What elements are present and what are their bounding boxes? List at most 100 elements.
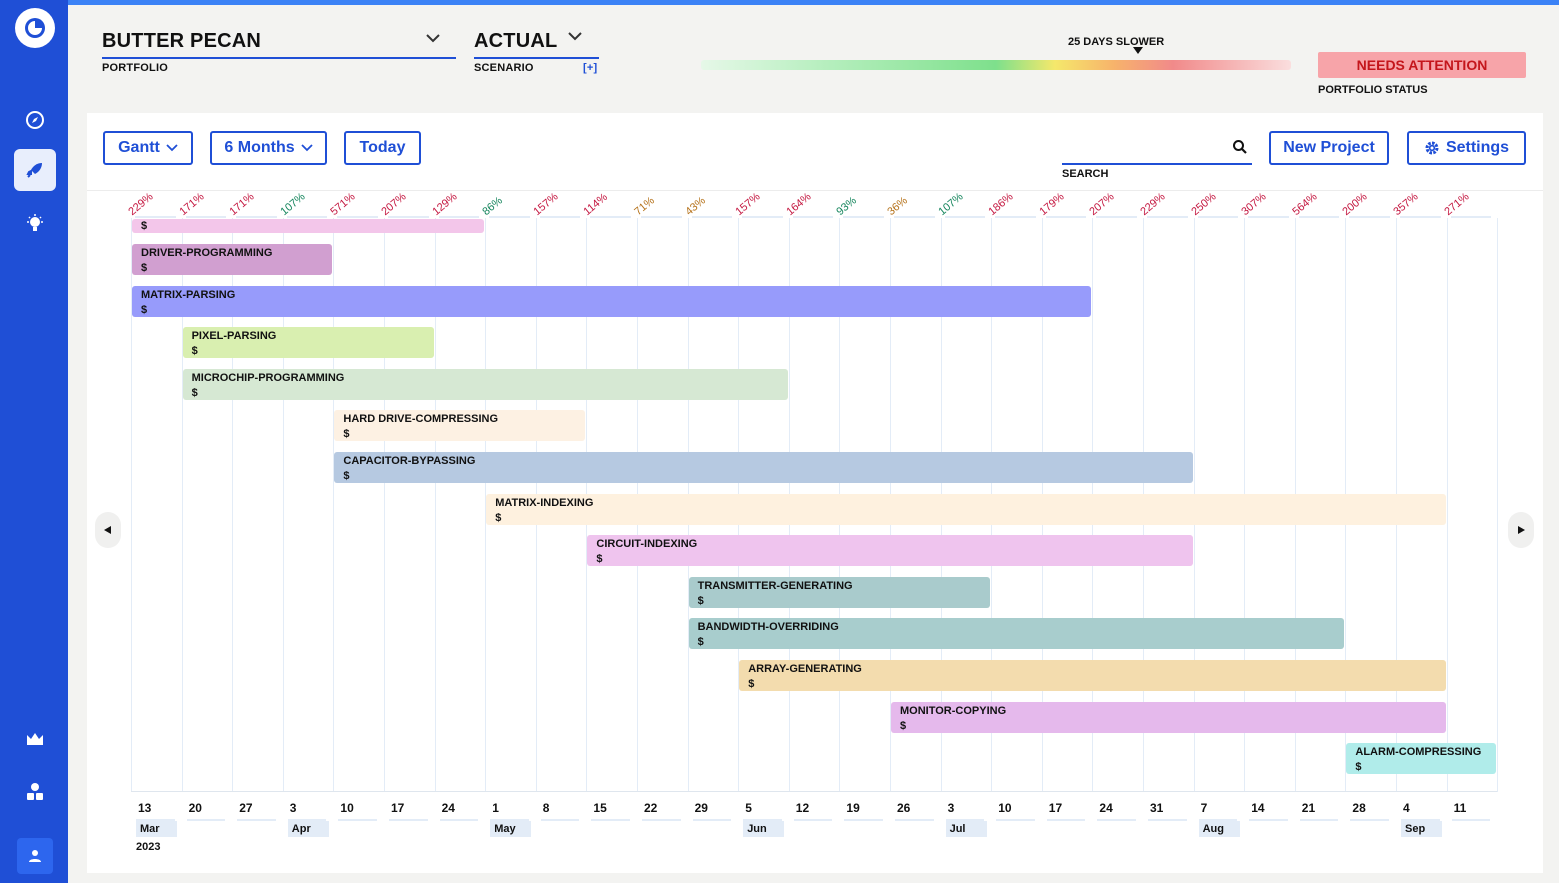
utilization-underline [742,216,783,218]
portfolio-select[interactable]: BUTTER PECAN PORTFOLIO [102,30,456,74]
project-name: CIRCUIT-INDEXING [596,538,698,551]
week-tick-underline [1249,819,1288,821]
week-tick-label: 4 [1403,801,1410,815]
week-tick-label: 12 [795,801,810,815]
search-icon[interactable] [1232,139,1248,160]
status-badge: NEEDS ATTENTION [1318,52,1526,78]
project-bar[interactable]: MICROCHIP-PROGRAMMING $ [182,368,788,400]
view-dropdown[interactable]: Gantt [103,131,193,165]
project-bar[interactable]: MONITOR-COPYING $ [891,701,1446,733]
project-bar[interactable]: TRANSMITTER-GENERATING $ [688,576,991,608]
week-tick-label: 26 [897,801,911,815]
project-bar[interactable]: HARD DRIVE-COMPRESSING $ [334,410,586,442]
settings-button[interactable]: Settings [1407,131,1526,165]
team-icon[interactable] [14,771,56,813]
utilization-underline [1197,216,1239,218]
utilization-underline [1298,216,1340,218]
project-cost: $ [343,470,350,482]
schedule-pointer [1133,47,1143,54]
utilization-underline [438,216,480,218]
utilization-underline [894,216,935,218]
week-tick-label: 7 [1200,801,1208,815]
week-tick-label: 14 [1251,801,1265,815]
project-name: BANDWIDTH-OVERRIDING [697,621,839,634]
project-name: MONITOR-COPYING [900,704,1007,717]
week-tick-underline [793,819,833,821]
project-bar[interactable]: MATRIX-INDEXING $ [486,493,1446,525]
portfolio-value: BUTTER PECAN [102,30,262,52]
week-tick-label: 20 [188,801,202,815]
add-scenario-link[interactable]: [+] [583,62,597,74]
week-tick-label: 8 [542,801,550,815]
week-tick-label: 21 [1301,801,1316,815]
app-logo-icon[interactable] [15,8,55,48]
project-bar[interactable]: ARRAY-GENERATING $ [739,660,1446,691]
month-label: Jul [945,821,987,837]
chevron-down-icon [426,34,440,43]
scroll-left-button[interactable] [95,512,121,548]
scenario-select[interactable]: ACTUAL SCENARIO [+] [474,30,599,74]
lightbulb-icon[interactable] [14,204,56,246]
project-bar[interactable]: $ [132,219,485,233]
chevron-down-icon [300,144,313,152]
scroll-right-button[interactable] [1508,512,1534,548]
project-bar[interactable]: DRIVER-PROGRAMMING $ [132,244,333,275]
week-tick-underline [540,819,580,821]
dashboard-icon[interactable] [14,99,56,141]
project-name: ALARM-COMPRESSING [1355,746,1482,759]
scenario-underline [474,57,599,59]
rocket-icon[interactable] [14,149,56,191]
week-tick-underline [1046,819,1086,821]
week-tick-underline [439,819,479,821]
user-icon[interactable] [17,838,53,874]
week-tick-underline [844,819,883,821]
sidebar [0,0,68,883]
week-tick-underline [338,819,377,821]
project-bar[interactable]: PIXEL-PARSING $ [182,327,434,359]
utilization-underline [286,216,328,218]
week-tick-label: 15 [593,801,607,815]
month-label: Mar [136,821,177,837]
utilization-underline [641,216,682,218]
utilization-underline [388,216,429,218]
week-tick-label: 3 [289,801,297,815]
project-bar[interactable]: BANDWIDTH-OVERRIDING $ [688,618,1345,650]
week-tick-underline [591,819,630,821]
project-bar[interactable]: MATRIX-PARSING $ [132,285,1092,317]
range-dropdown[interactable]: 6 Months [210,131,327,165]
utilization-underline [1045,216,1087,218]
week-gridline [1446,218,1448,792]
project-name: HARD DRIVE-COMPRESSING [343,413,499,426]
project-cost: $ [141,262,148,274]
triangle-right-icon [1518,526,1525,534]
project-cost: $ [1355,761,1362,774]
week-tick-label: 11 [1453,801,1467,815]
project-name: DRIVER-PROGRAMMING [141,247,273,259]
week-tick-underline [996,819,1035,821]
utilization-underline [995,216,1036,218]
week-tick-underline [642,819,681,821]
crown-icon[interactable] [14,718,56,760]
time-axis-line [131,791,1497,792]
portfolio-caption: PORTFOLIO [102,62,168,74]
week-tick-label: 5 [745,801,752,815]
project-bar[interactable]: CAPACITOR-BYPASSING $ [334,452,1193,483]
schedule-gradient-bar [701,60,1291,70]
utilization-underline [1400,216,1441,218]
project-bar[interactable]: CIRCUIT-INDEXING $ [587,535,1193,567]
project-bar[interactable]: ALARM-COMPRESSING $ [1346,743,1497,775]
portfolio-underline [102,57,456,59]
week-tick-label: 13 [138,801,152,815]
month-label: Aug [1198,821,1240,837]
project-cost: $ [141,220,148,232]
search-input[interactable] [1062,163,1252,165]
week-tick-label: 28 [1352,801,1366,815]
today-button[interactable]: Today [344,131,421,165]
week-tick-underline [1097,819,1136,821]
new-project-button[interactable]: New Project [1269,131,1389,165]
utilization-underline [539,216,581,218]
project-cost: $ [697,594,704,607]
week-tick-label: 10 [998,801,1012,815]
week-tick-label: 17 [391,801,405,815]
week-tick-underline [1451,819,1491,821]
